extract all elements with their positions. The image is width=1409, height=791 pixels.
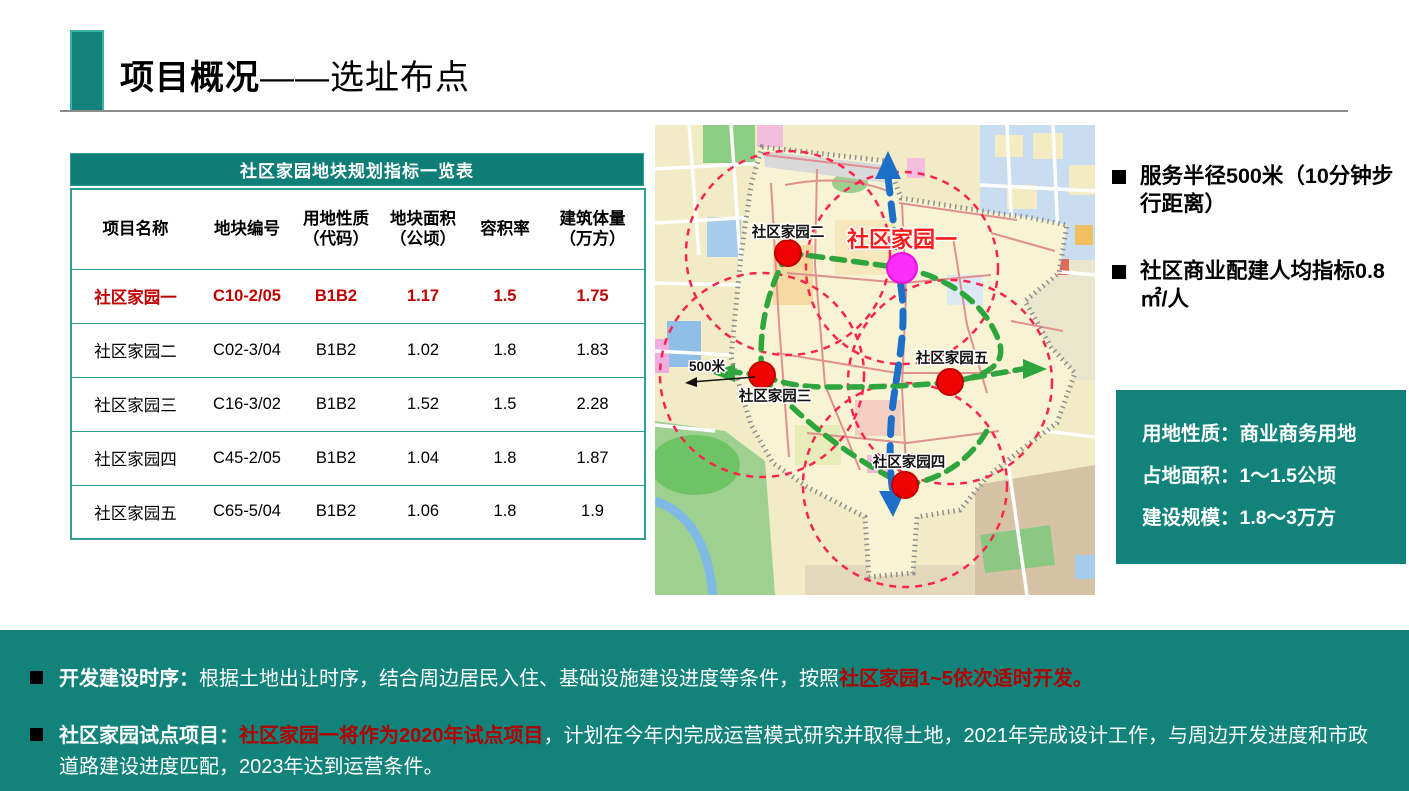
- note-text: 服务半径500米（10分钟步行距离）: [1140, 162, 1409, 219]
- site-map: 社区家园二 社区家园一 社区家园五 社区家园三 社区家园四 500米: [655, 125, 1095, 595]
- footer-text: 社区家园试点项目：社区家园一将作为2020年试点项目，计划在今年内完成运营模式研…: [59, 721, 1375, 783]
- scale-label: 500米: [689, 358, 726, 374]
- title-accent-bar: [70, 30, 104, 112]
- col-header-far: 容积率: [469, 189, 541, 269]
- note-item: 服务半径500米（10分钟步行距离）: [1112, 162, 1409, 219]
- page-title: 项目概况——选址布点: [120, 50, 470, 99]
- footer-body: 根据土地出让时序，结合周边居民入住、基础设施建设进度等条件，按照: [199, 668, 839, 690]
- footer-bullet-development-sequence: 开发建设时序：根据土地出让时序，结合周边居民入住、基础设施建设进度等条件，按照社…: [30, 664, 1375, 695]
- page-title-secondary: ——选址布点: [260, 59, 470, 97]
- slide: 项目概况——选址布点 社区家园地块规划指标一览表 项目名称 地块编号 用地性质 …: [0, 0, 1409, 791]
- footer-text: 开发建设时序：根据土地出让时序，结合周边居民入住、基础设施建设进度等条件，按照社…: [59, 664, 1093, 695]
- footer-lead: 开发建设时序：: [59, 668, 199, 690]
- note-item: 社区商业配建人均指标0.8㎡/人: [1112, 257, 1409, 314]
- col-header-name: 项目名称: [71, 189, 199, 269]
- footer-bar: 开发建设时序：根据土地出让时序，结合周边居民入住、基础设施建设进度等条件，按照社…: [0, 630, 1409, 791]
- footer-lead: 社区家园试点项目：: [59, 725, 239, 747]
- table-title: 社区家园地块规划指标一览表: [70, 153, 644, 186]
- site-label-home3: 社区家园三: [738, 387, 812, 405]
- site-dot-home3: [749, 362, 775, 388]
- note-text: 社区商业配建人均指标0.8㎡/人: [1140, 257, 1409, 314]
- key-notes: 服务半径500米（10分钟步行距离） 社区商业配建人均指标0.8㎡/人: [1112, 162, 1409, 352]
- square-bullet-icon: [1112, 265, 1126, 279]
- col-header-use: 用地性质 （代码）: [295, 189, 377, 269]
- footer-bullet-pilot-project: 社区家园试点项目：社区家园一将作为2020年试点项目，计划在今年内完成运营模式研…: [30, 721, 1375, 783]
- info-line-land-use: 用地性质：商业商务用地: [1142, 414, 1406, 456]
- footer-highlight: 社区家园一将作为2020年试点项目: [239, 725, 544, 747]
- info-line-area: 占地面积：1～1.5公顷: [1142, 456, 1406, 498]
- info-line-scale: 建设规模：1.8～3万方: [1142, 498, 1406, 540]
- col-header-code: 地块编号: [199, 189, 295, 269]
- table-header-row: 项目名称 地块编号 用地性质 （代码） 地块面积 （公顷） 容积率 建筑体量 （…: [71, 189, 645, 269]
- square-bullet-icon: [30, 728, 43, 741]
- square-bullet-icon: [1112, 170, 1126, 184]
- site-label-home1: 社区家园一: [847, 227, 957, 252]
- site-dot-home2: [775, 240, 801, 266]
- site-dot-home4: [892, 472, 918, 498]
- site-map-image: 社区家园二 社区家园一 社区家园五 社区家园三 社区家园四 500米: [655, 125, 1095, 595]
- col-header-area: 地块面积 （公顷）: [377, 189, 469, 269]
- page-title-primary: 项目概况: [120, 59, 260, 97]
- title-underline: [60, 110, 1348, 112]
- col-header-volume: 建筑体量 （万方）: [541, 189, 645, 269]
- table-row: 社区家园一C10-2/05B1B21.171.51.75: [71, 269, 645, 323]
- site-dot-home1: [887, 253, 917, 283]
- footer-highlight: 社区家园1~5依次适时开发。: [839, 668, 1093, 690]
- indicators-table: 项目名称 地块编号 用地性质 （代码） 地块面积 （公顷） 容积率 建筑体量 （…: [70, 188, 646, 540]
- site-label-home4: 社区家园四: [872, 453, 946, 471]
- site-info-box: 用地性质：商业商务用地 占地面积：1～1.5公顷 建设规模：1.8～3万方: [1116, 390, 1406, 564]
- table-row: 社区家园四C45-2/05B1B21.041.81.87: [71, 431, 645, 485]
- square-bullet-icon: [30, 671, 43, 684]
- site-label-home2: 社区家园二: [751, 223, 825, 241]
- indicators-table-panel: 社区家园地块规划指标一览表 项目名称 地块编号 用地性质 （代码） 地块面积 （…: [70, 153, 644, 540]
- site-dot-home5: [937, 369, 963, 395]
- table-row: 社区家园三C16-3/02B1B21.521.52.28: [71, 377, 645, 431]
- site-label-home5: 社区家园五: [915, 349, 989, 367]
- table-row: 社区家园五C65-5/04B1B21.061.81.9: [71, 485, 645, 539]
- table-row: 社区家园二C02-3/04B1B21.021.81.83: [71, 323, 645, 377]
